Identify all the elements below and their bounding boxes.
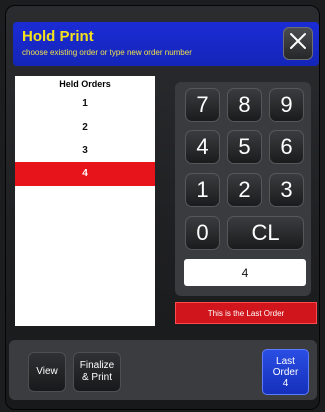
- order-number-input[interactable]: 4: [184, 259, 306, 286]
- list-item[interactable]: 1: [15, 92, 155, 116]
- key-4[interactable]: 4: [185, 130, 220, 164]
- held-orders-list: Held Orders 1 2 3 4: [15, 76, 155, 326]
- key-6[interactable]: 6: [269, 130, 304, 164]
- list-item[interactable]: 3: [15, 139, 155, 163]
- key-3[interactable]: 3: [269, 173, 304, 207]
- last-order-label-line2: Order: [272, 366, 299, 378]
- key-8[interactable]: 8: [227, 88, 262, 122]
- key-1[interactable]: 1: [185, 173, 220, 207]
- last-order-label-line3: 4: [282, 377, 289, 389]
- list-item-selected[interactable]: 4: [15, 162, 155, 186]
- last-order-button[interactable]: Last Order 4: [262, 349, 309, 395]
- last-order-label-line1: Last: [276, 355, 295, 367]
- held-orders-header: Held Orders: [59, 79, 111, 89]
- key-clear[interactable]: CL: [227, 216, 304, 250]
- key-2[interactable]: 2: [227, 173, 262, 207]
- finalize-label-line2: & Print: [81, 372, 112, 383]
- list-item[interactable]: 2: [15, 116, 155, 140]
- key-9[interactable]: 9: [269, 88, 304, 122]
- key-0[interactable]: 0: [185, 216, 220, 250]
- key-7[interactable]: 7: [185, 88, 220, 122]
- view-button-label: View: [36, 366, 58, 377]
- finalize-print-button[interactable]: Finalize & Print: [73, 352, 121, 392]
- close-icon: [289, 32, 307, 55]
- dialog-title: Hold Print: [22, 28, 94, 45]
- close-button[interactable]: [283, 27, 313, 60]
- finalize-label-line1: Finalize: [79, 360, 115, 371]
- key-5[interactable]: 5: [227, 130, 262, 164]
- dialog-subtitle: choose existing order or type new order …: [22, 48, 192, 57]
- title-bar: Hold Print choose existing order or type…: [13, 22, 319, 66]
- view-button[interactable]: View: [28, 352, 66, 392]
- last-order-message: This is the Last Order: [175, 302, 317, 324]
